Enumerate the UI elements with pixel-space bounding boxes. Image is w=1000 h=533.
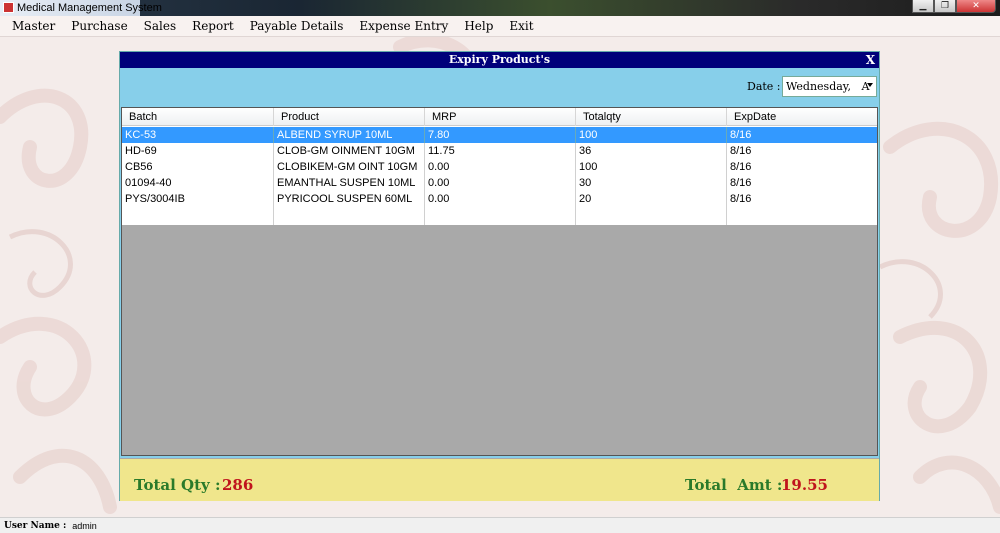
cell-totalqty[interactable]: 100 bbox=[576, 127, 727, 143]
cell-batch[interactable]: CB56 bbox=[122, 159, 274, 175]
menu-expense-entry[interactable]: Expense Entry bbox=[351, 19, 456, 33]
column-header-expdate[interactable]: ExpDate bbox=[727, 108, 877, 126]
dialog-header: Expiry Product's X bbox=[120, 52, 879, 68]
total-amt-label: Total Amt : bbox=[685, 476, 783, 494]
table-row[interactable]: HD-69 CLOB-GM OINMENT 10GM 11.75 36 8/16 bbox=[122, 143, 877, 159]
dialog-close-button[interactable]: X bbox=[866, 52, 875, 68]
date-picker[interactable]: Wednesday, A bbox=[782, 76, 877, 97]
grid-rows: KC-53 ALBEND SYRUP 10ML 7.80 100 8/16 HD… bbox=[122, 127, 877, 207]
dialog-title: Expiry Product's bbox=[448, 53, 551, 66]
cell-totalqty[interactable]: 100 bbox=[576, 159, 727, 175]
total-amt-value: 19.55 bbox=[781, 476, 828, 494]
cell-expdate[interactable]: 8/16 bbox=[727, 143, 877, 159]
table-row[interactable]: 01094-40 EMANTHAL SUSPEN 10ML 0.00 30 8/… bbox=[122, 175, 877, 191]
cell-mrp[interactable]: 0.00 bbox=[425, 191, 576, 207]
cell-totalqty[interactable]: 20 bbox=[576, 191, 727, 207]
cell-batch[interactable]: 01094-40 bbox=[122, 175, 274, 191]
chevron-down-icon[interactable] bbox=[867, 83, 873, 87]
cell-mrp[interactable]: 7.80 bbox=[425, 127, 576, 143]
cell-totalqty[interactable]: 36 bbox=[576, 143, 727, 159]
cell-product[interactable]: CLOBIKEM-GM OINT 10GM bbox=[274, 159, 425, 175]
window-title: Medical Management System bbox=[17, 2, 162, 14]
cell-product[interactable]: CLOB-GM OINMENT 10GM bbox=[274, 143, 425, 159]
table-row[interactable]: CB56 CLOBIKEM-GM OINT 10GM 0.00 100 8/16 bbox=[122, 159, 877, 175]
cell-expdate[interactable]: 8/16 bbox=[727, 159, 877, 175]
date-value: Wednesday, A bbox=[786, 80, 870, 93]
menu-sales[interactable]: Sales bbox=[136, 19, 184, 33]
table-row[interactable]: PYS/3004IB PYRICOOL SUSPEN 60ML 0.00 20 … bbox=[122, 191, 877, 207]
user-name-label: User Name : bbox=[4, 520, 67, 531]
menu-exit[interactable]: Exit bbox=[501, 19, 541, 33]
date-label: Date : bbox=[747, 80, 781, 93]
close-window-button[interactable]: ✕ bbox=[956, 0, 996, 13]
cell-product[interactable]: PYRICOOL SUSPEN 60ML bbox=[274, 191, 425, 207]
menu-purchase[interactable]: Purchase bbox=[63, 19, 135, 33]
expiry-products-dialog: Expiry Product's X Date : Wednesday, A B… bbox=[119, 51, 880, 501]
window-controls: ▁ ❐ ✕ bbox=[912, 0, 996, 14]
minimize-button[interactable]: ▁ bbox=[912, 0, 934, 13]
user-name-value: admin bbox=[72, 520, 97, 531]
column-header-product[interactable]: Product bbox=[274, 108, 425, 126]
menu-report[interactable]: Report bbox=[184, 19, 242, 33]
table-row[interactable]: KC-53 ALBEND SYRUP 10ML 7.80 100 8/16 bbox=[122, 127, 877, 143]
grid-header: Batch Product MRP Totalqty ExpDate bbox=[122, 108, 877, 126]
grid-body: Batch Product MRP Totalqty ExpDate KC-53… bbox=[122, 108, 877, 225]
column-header-batch[interactable]: Batch bbox=[122, 108, 274, 126]
cell-product[interactable]: ALBEND SYRUP 10ML bbox=[274, 127, 425, 143]
cell-totalqty[interactable]: 30 bbox=[576, 175, 727, 191]
window-titlebar: Medical Management System ▁ ❐ ✕ bbox=[0, 0, 1000, 16]
cell-batch[interactable]: PYS/3004IB bbox=[122, 191, 274, 207]
status-bar: User Name : admin bbox=[0, 517, 1000, 533]
total-qty-value: 286 bbox=[222, 476, 254, 494]
menu-payable-details[interactable]: Payable Details bbox=[242, 19, 352, 33]
cell-expdate[interactable]: 8/16 bbox=[727, 127, 877, 143]
expiry-grid[interactable]: Batch Product MRP Totalqty ExpDate KC-53… bbox=[121, 107, 878, 456]
cell-mrp[interactable]: 11.75 bbox=[425, 143, 576, 159]
column-header-mrp[interactable]: MRP bbox=[425, 108, 576, 126]
column-header-totalqty[interactable]: Totalqty bbox=[576, 108, 727, 126]
cell-mrp[interactable]: 0.00 bbox=[425, 159, 576, 175]
maximize-button[interactable]: ❐ bbox=[934, 0, 956, 13]
cell-mrp[interactable]: 0.00 bbox=[425, 175, 576, 191]
app-icon bbox=[3, 2, 14, 13]
menu-help[interactable]: Help bbox=[456, 19, 501, 33]
totals-footer: Total Qty : 286 Total Amt : 19.55 bbox=[120, 458, 879, 501]
cell-product[interactable]: EMANTHAL SUSPEN 10ML bbox=[274, 175, 425, 191]
cell-expdate[interactable]: 8/16 bbox=[727, 191, 877, 207]
grid-empty-row bbox=[122, 207, 877, 225]
cell-expdate[interactable]: 8/16 bbox=[727, 175, 877, 191]
menu-bar: Master Purchase Sales Report Payable Det… bbox=[0, 16, 1000, 37]
cell-batch[interactable]: KC-53 bbox=[122, 127, 274, 143]
total-qty-label: Total Qty : bbox=[134, 476, 221, 494]
menu-master[interactable]: Master bbox=[4, 19, 63, 33]
cell-batch[interactable]: HD-69 bbox=[122, 143, 274, 159]
